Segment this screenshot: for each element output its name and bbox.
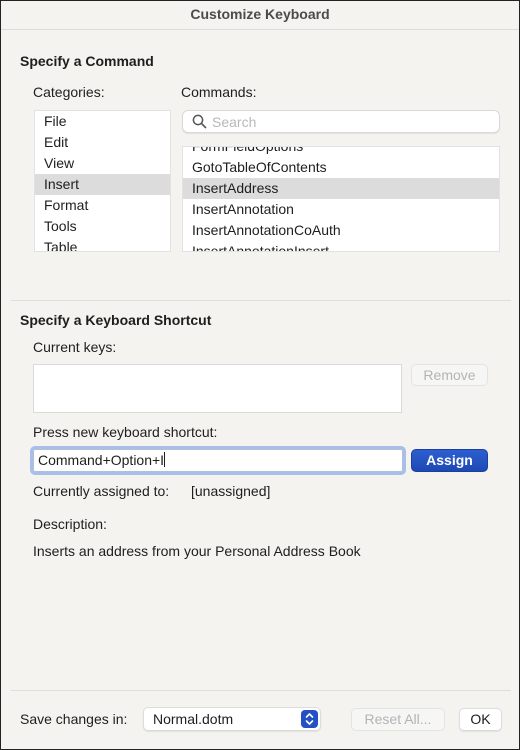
category-item[interactable]: Tools — [35, 216, 170, 237]
category-item[interactable]: Table — [35, 237, 170, 251]
save-changes-select[interactable]: Normal.dotm — [143, 707, 321, 731]
commands-label: Commands: — [181, 84, 257, 100]
category-item-selected[interactable]: Insert — [35, 174, 170, 195]
command-search-field[interactable] — [182, 110, 500, 133]
currently-assigned-value: [unassigned] — [191, 483, 271, 499]
reset-all-button[interactable]: Reset All... — [351, 708, 445, 731]
assign-button[interactable]: Assign — [411, 449, 488, 472]
command-item[interactable]: InsertAnnotationCoAuth — [183, 220, 499, 241]
categories-label: Categories: — [33, 84, 105, 100]
category-item[interactable]: View — [35, 153, 170, 174]
new-shortcut-input[interactable]: Command+Option+I — [30, 446, 406, 475]
text-caret — [164, 452, 166, 467]
command-item[interactable]: InsertAnnotationInsert — [183, 241, 499, 251]
chevron-up-down-icon[interactable] — [301, 710, 318, 728]
current-keys-label: Current keys: — [33, 339, 117, 355]
commands-list[interactable]: FormFieldOptions GotoTableOfContents Ins… — [182, 146, 500, 252]
remove-button[interactable]: Remove — [411, 364, 488, 386]
ok-button[interactable]: OK — [459, 708, 502, 731]
command-item[interactable]: GotoTableOfContents — [183, 157, 499, 178]
specify-command-heading: Specify a Command — [20, 53, 154, 69]
command-item[interactable]: InsertAnnotation — [183, 199, 499, 220]
current-keys-list[interactable] — [33, 364, 402, 413]
description-text: Inserts an address from your Personal Ad… — [33, 543, 361, 559]
category-item[interactable]: File — [35, 111, 170, 132]
section-divider — [11, 300, 511, 301]
category-item[interactable]: Edit — [35, 132, 170, 153]
press-new-shortcut-label: Press new keyboard shortcut: — [33, 424, 218, 440]
footer-divider — [11, 690, 511, 691]
search-input[interactable] — [212, 113, 492, 131]
save-changes-value: Normal.dotm — [153, 711, 234, 727]
command-item-selected[interactable]: InsertAddress — [183, 178, 499, 199]
description-label: Description: — [33, 516, 107, 532]
new-shortcut-value: Command+Option+I — [38, 452, 165, 468]
search-icon — [192, 114, 207, 129]
specify-shortcut-heading: Specify a Keyboard Shortcut — [20, 312, 212, 328]
categories-list[interactable]: File Edit View Insert Format Tools Table — [34, 110, 171, 252]
window-title: Customize Keyboard — [1, 1, 519, 30]
currently-assigned-label: Currently assigned to: — [33, 483, 170, 499]
category-item[interactable]: Format — [35, 195, 170, 216]
command-item[interactable]: FormFieldOptions — [183, 147, 499, 157]
save-changes-label: Save changes in: — [20, 711, 128, 727]
